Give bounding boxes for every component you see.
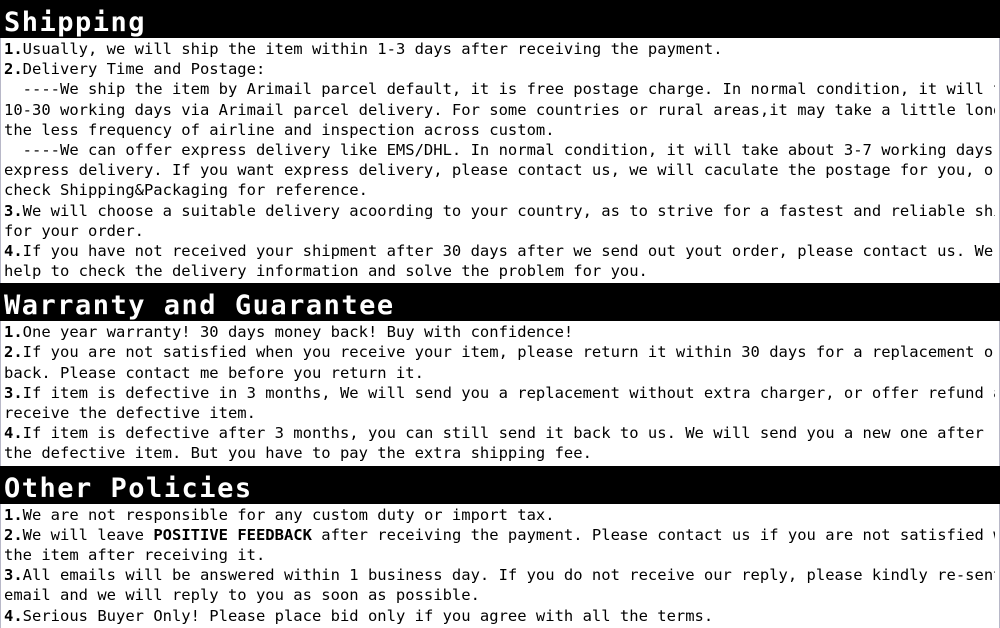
section-header-warranty: Warranty and Guarantee [0,283,1000,322]
policy-line-text: We will leave [22,525,154,544]
policy-line-text: the item after receiving it. [4,545,266,564]
policy-line-text: If you are not satisfied when you receiv… [22,343,995,362]
policy-line: 3.All emails will be answered within 1 b… [4,565,995,585]
policy-line-text: All emails will be answered within 1 bus… [22,566,995,585]
section-title-shipping: Shipping [4,7,147,38]
policy-line: ----We can offer express delivery like E… [4,140,995,160]
policy-line-text: back. Please contact me before you retur… [4,363,424,382]
list-number: 1. [4,40,23,58]
policy-line: the defective item. But you have to pay … [4,443,995,463]
section-title-other-policies: Other Policies [4,472,253,504]
list-number: 3. [4,566,23,585]
policy-line-text: If item is defective in 3 months, We wil… [22,383,995,402]
list-number: 4. [4,241,23,260]
policy-line-text: 10-30 working days via Arimail parcel de… [4,100,995,119]
policy-line-text: the less frequency of airline and inspec… [4,120,555,139]
policy-line: back. Please contact me before you retur… [4,363,995,383]
list-number: 2. [4,343,23,362]
policy-line-text: ----We can offer express delivery like E… [4,140,995,159]
policy-line-text: express delivery. If you want express de… [4,161,995,180]
policy-line: the less frequency of airline and inspec… [4,120,995,140]
policy-line-text: One year warranty! 30 days money back! B… [22,323,574,342]
policy-line-text: the defective item. But you have to pay … [4,444,592,463]
policy-line-text: Delivery Time and Postage: [22,60,266,79]
policy-line-text: for your order. [4,221,144,240]
policy-page: Shipping 1.Usually, we will ship the ite… [0,0,1000,628]
policy-line-text: check Shipping&Packaging for reference. [4,181,368,200]
list-number: 3. [4,201,23,220]
policy-line-text: help to check the delivery information a… [4,262,648,281]
policy-line-text: We are not responsible for any custom du… [22,505,555,524]
policy-line: 4.If you have not received your shipment… [4,241,995,261]
list-number: 1. [4,505,23,524]
list-number: 2. [4,60,23,79]
policy-line-text: If item is defective after 3 months, you… [22,424,995,443]
emphasis-text: POSITIVE FEEDBACK [153,525,312,544]
policy-line: 1.One year warranty! 30 days money back!… [4,322,995,342]
section-header-shipping: Shipping [0,0,1000,38]
section-body-shipping: 1.Usually, we will ship the item within … [0,38,1000,284]
list-number: 3. [4,383,23,402]
policy-line: check Shipping&Packaging for reference. [4,180,995,200]
section-body-other-policies: 1.We are not responsible for any custom … [0,503,1000,628]
policy-line-text: after receiving the payment. Please cont… [311,525,995,544]
policy-line: 1.We are not responsible for any custom … [4,505,995,525]
list-number: 4. [4,606,23,625]
policy-line: 1.Usually, we will ship the item within … [4,39,995,59]
section-header-other-policies: Other Policies [0,465,1000,504]
policy-line-text: We will choose a suitable delivery acoor… [22,201,995,220]
policy-line: ----We ship the item by Arimail parcel d… [4,79,995,99]
policy-line: 2.Delivery Time and Postage: [4,59,995,79]
policy-line: 4.Serious Buyer Only! Please place bid o… [4,606,995,626]
policy-line-text: Serious Buyer Only! Please place bid onl… [22,606,714,625]
policy-line: the item after receiving it. [4,545,995,565]
list-number: 2. [4,525,23,544]
policy-line: 2.We will leave POSITIVE FEEDBACK after … [4,525,995,545]
policy-line: 4.If item is defective after 3 months, y… [4,423,995,443]
policy-line: 10-30 working days via Arimail parcel de… [4,100,995,120]
policy-line: 3.If item is defective in 3 months, We w… [4,383,995,403]
policy-line: express delivery. If you want express de… [4,160,995,180]
section-title-warranty: Warranty and Guarantee [4,290,395,322]
policy-line: email and we will reply to you as soon a… [4,585,995,605]
list-number: 1. [4,323,23,342]
policy-line-text: email and we will reply to you as soon a… [4,586,480,605]
policy-line-text: ----We ship the item by Arimail parcel d… [4,80,995,99]
policy-line: help to check the delivery information a… [4,261,995,281]
policy-line: 3.We will choose a suitable delivery aco… [4,201,995,221]
section-body-warranty: 1.One year warranty! 30 days money back!… [0,321,1000,466]
policy-line-text: receive the defective item. [4,404,256,422]
list-number: 4. [4,424,23,443]
policy-line-text: Usually, we will ship the item within 1-… [22,40,723,58]
policy-line: 2.If you are not satisfied when you rece… [4,342,995,362]
policy-line-text: If you have not received your shipment a… [22,241,995,260]
policy-line: receive the defective item. [4,403,995,423]
policy-line: for your order. [4,221,995,241]
